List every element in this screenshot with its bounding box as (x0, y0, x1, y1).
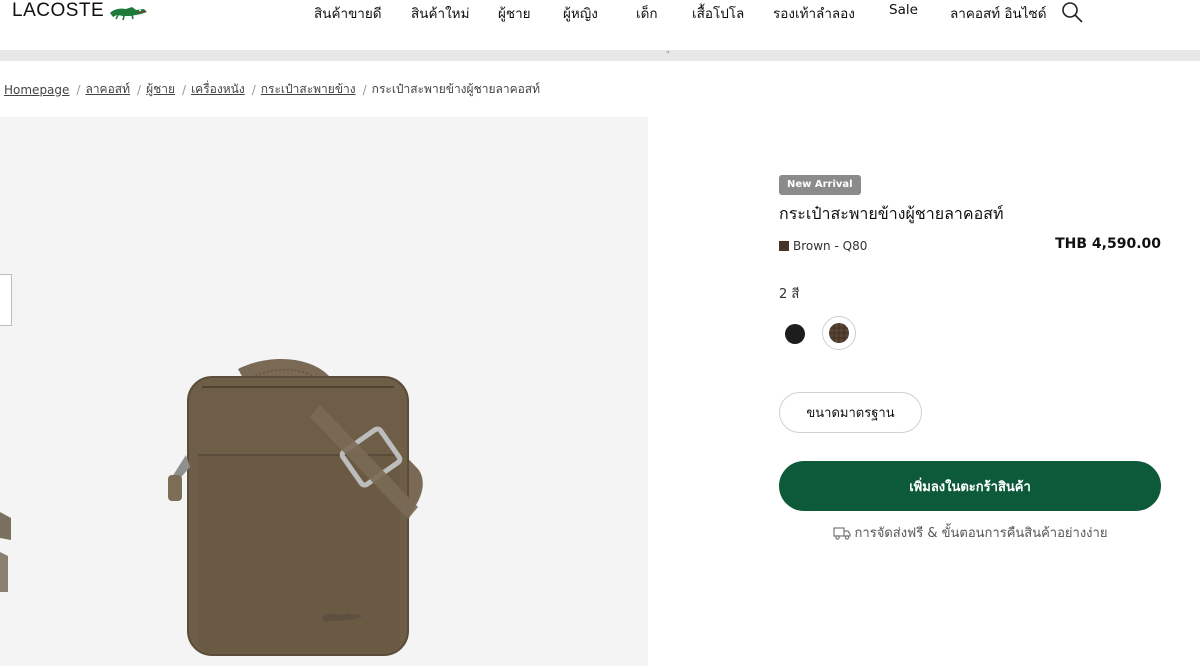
add-to-cart-button[interactable]: เพิ่มลงในตะกร้าสินค้า (779, 461, 1161, 511)
swatch-black[interactable] (785, 324, 805, 344)
breadcrumb-separator: / (182, 82, 187, 97)
nav-item-new-arrivals[interactable]: สินค้าใหม่ (411, 2, 469, 24)
selected-color: Brown - Q80 (779, 239, 867, 253)
site-header: LACOSTE สินค้าขายดี สินค้าใหม่ ผู้ชาย ผู… (0, 0, 1200, 50)
logo-text: LACOSTE (12, 0, 105, 21)
crocodile-logo-icon (110, 7, 148, 21)
selected-color-name: Brown - Q80 (793, 239, 868, 253)
monogram-pattern-icon (829, 323, 849, 343)
selected-color-swatch (779, 241, 789, 251)
breadcrumb-separator: / (362, 82, 367, 97)
nav-item-sneakers[interactable]: รองเท้าลำลอง (773, 2, 855, 24)
product-gallery (0, 117, 648, 666)
nav-item-sale[interactable]: Sale (889, 2, 918, 18)
nav-item-bestsellers[interactable]: สินค้าขายดี (314, 2, 382, 24)
new-arrival-badge: New Arrival (779, 175, 861, 195)
swatch-brown[interactable] (822, 316, 856, 350)
search-icon[interactable] (1060, 0, 1084, 24)
gallery-thumbnail-partial[interactable] (0, 512, 11, 592)
color-swatches (779, 316, 879, 352)
size-button[interactable]: ขนาดมาตรฐาน (779, 392, 922, 433)
breadcrumb-homepage[interactable]: Homepage (4, 83, 69, 97)
shipping-info[interactable]: การจัดส่งฟรี & ขั้นตอนการคืนสินค้าอย่างง… (779, 522, 1161, 543)
breadcrumb-current: กระเป๋าสะพายข้างผู้ชายลาคอสท์ (371, 82, 541, 96)
nav-item-kids[interactable]: เด็ก (636, 2, 658, 24)
breadcrumb-leather-goods[interactable]: เครื่องหนัง (191, 80, 245, 99)
breadcrumb-separator: / (76, 82, 81, 97)
product-title: กระเป๋าสะพายข้างผู้ชายลาคอสท์ (779, 204, 1004, 223)
promo-bar: " (0, 50, 1200, 61)
breadcrumb-lacoste[interactable]: ลาคอสท์ (85, 80, 130, 99)
truck-icon (832, 526, 851, 540)
nav-item-men[interactable]: ผู้ชาย (498, 2, 531, 24)
shipping-text: การจัดส่งฟรี & ขั้นตอนการคืนสินค้าอย่างง… (854, 526, 1108, 541)
breadcrumb: Homepage / ลาคอสท์ / ผู้ชาย / เครื่องหนั… (4, 80, 540, 99)
product-image[interactable] (150, 357, 440, 666)
nav-item-women[interactable]: ผู้หญิง (563, 2, 598, 24)
breadcrumb-separator: / (137, 82, 142, 97)
product-price: THB 4,590.00 (1055, 236, 1161, 252)
color-count: 2 สี (779, 287, 800, 302)
logo[interactable]: LACOSTE (12, 0, 148, 24)
nav-item-inside[interactable]: ลาคอสท์ อินไซด์ (950, 2, 1046, 24)
nav-item-polo[interactable]: เสื้อโปโล (692, 2, 744, 24)
swatch-brown-fill (829, 323, 849, 343)
gallery-thumbnail[interactable] (0, 274, 12, 326)
promo-bar-mark: " (666, 50, 670, 59)
breadcrumb-men[interactable]: ผู้ชาย (146, 80, 175, 99)
breadcrumb-separator: / (251, 82, 256, 97)
breadcrumb-crossbody-bags[interactable]: กระเป๋าสะพายข้าง (261, 80, 356, 99)
